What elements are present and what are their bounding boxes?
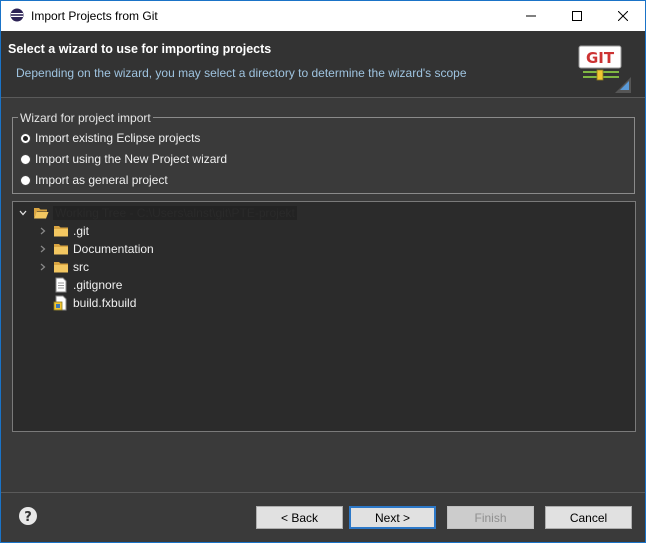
radio-button-selected[interactable] bbox=[20, 132, 31, 144]
tree-item-label: Working Tree - C:\Users\alnst\git\PTE-pr… bbox=[53, 206, 297, 220]
working-tree-view[interactable]: Working Tree - C:\Users\alnst\git\PTE-pr… bbox=[12, 201, 636, 432]
wizard-header: Select a wizard to use for importing pro… bbox=[1, 31, 645, 97]
folder-icon bbox=[54, 262, 68, 273]
git-logo-icon: GIT bbox=[578, 45, 631, 93]
header-separator bbox=[1, 97, 645, 98]
close-button[interactable] bbox=[600, 1, 645, 31]
minimize-button[interactable] bbox=[508, 1, 554, 31]
radio-import-general-project[interactable]: Import as general project bbox=[20, 172, 168, 188]
finish-button[interactable]: Finish bbox=[447, 506, 534, 529]
file-icon bbox=[55, 277, 67, 293]
tree-item-label: .gitignore bbox=[73, 278, 123, 292]
title-bar[interactable]: Import Projects from Git bbox=[1, 1, 645, 31]
back-button[interactable]: < Back bbox=[256, 506, 343, 529]
minimize-icon bbox=[526, 15, 536, 17]
collapse-arrow-icon[interactable] bbox=[17, 207, 29, 219]
radio-import-existing[interactable]: Import existing Eclipse projects bbox=[20, 130, 200, 146]
help-icon[interactable]: ? bbox=[18, 506, 38, 526]
radio-label: Import as general project bbox=[35, 173, 168, 187]
header-subtitle: Depending on the wizard, you may select … bbox=[16, 66, 467, 80]
svg-text:?: ? bbox=[24, 510, 32, 525]
radio-button[interactable] bbox=[20, 153, 31, 165]
folder-icon bbox=[54, 226, 68, 237]
folder-icon bbox=[54, 244, 68, 255]
tree-item-gitignore[interactable]: .gitignore bbox=[53, 276, 122, 294]
fxbuild-file-icon bbox=[53, 295, 67, 311]
tree-item-label: Documentation bbox=[73, 242, 154, 256]
tree-item-documentation[interactable]: Documentation bbox=[37, 240, 154, 258]
expand-arrow-icon[interactable] bbox=[37, 261, 49, 273]
tree-item-root[interactable]: Working Tree - C:\Users\alnst\git\PTE-pr… bbox=[17, 204, 297, 222]
tree-item-label: .git bbox=[73, 224, 90, 238]
git-logo-text: GIT bbox=[586, 49, 615, 67]
footer-separator bbox=[1, 492, 645, 493]
maximize-button[interactable] bbox=[554, 1, 600, 31]
cancel-button[interactable]: Cancel bbox=[545, 506, 632, 529]
tree-item-label: build.fxbuild bbox=[73, 296, 137, 310]
radio-import-new-project-wizard[interactable]: Import using the New Project wizard bbox=[20, 151, 227, 167]
import-dialog: Import Projects from Git Select a wizard… bbox=[0, 0, 646, 543]
radio-label: Import existing Eclipse projects bbox=[35, 131, 201, 145]
radio-button[interactable] bbox=[20, 174, 31, 186]
expand-arrow-icon[interactable] bbox=[37, 225, 49, 237]
next-button[interactable]: Next > bbox=[349, 506, 436, 529]
tree-item-src[interactable]: src bbox=[37, 258, 89, 276]
maximize-icon bbox=[572, 11, 582, 21]
expand-arrow-icon[interactable] bbox=[37, 243, 49, 255]
window-title: Import Projects from Git bbox=[31, 9, 158, 23]
tree-item-git[interactable]: .git bbox=[37, 222, 89, 240]
tree-item-label: src bbox=[73, 260, 89, 274]
wizard-group-legend: Wizard for project import bbox=[18, 111, 153, 125]
folder-open-icon bbox=[34, 208, 49, 219]
close-icon bbox=[618, 11, 628, 21]
header-title: Select a wizard to use for importing pro… bbox=[8, 42, 272, 56]
radio-label: Import using the New Project wizard bbox=[35, 152, 228, 166]
tree-item-build-fxbuild[interactable]: build.fxbuild bbox=[53, 294, 136, 312]
eclipse-icon bbox=[10, 8, 24, 22]
